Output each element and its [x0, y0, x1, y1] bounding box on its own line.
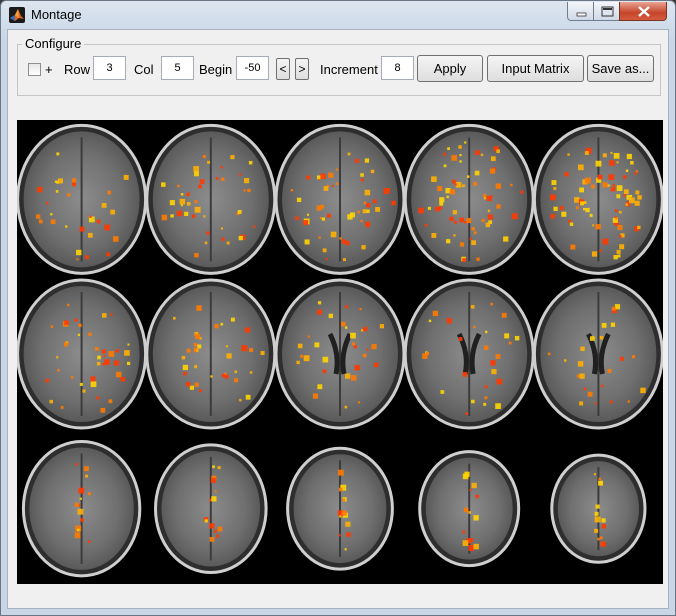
close-button[interactable] [619, 2, 667, 21]
increment-label: Increment [320, 62, 378, 77]
minimize-icon [576, 12, 587, 17]
input-matrix-button[interactable]: Input Matrix [487, 55, 584, 82]
brain-slice [145, 278, 277, 430]
overlay-checkbox[interactable] [28, 63, 41, 76]
brain-slice [532, 278, 663, 430]
begin-next-button[interactable]: > [295, 58, 309, 80]
title-bar[interactable]: Montage [1, 1, 675, 29]
brain-slice [286, 446, 394, 571]
begin-input[interactable]: -50 [236, 56, 269, 80]
row-label: Row [64, 62, 91, 77]
maximize-icon [601, 6, 614, 17]
save-as-button[interactable]: Save as... [587, 55, 654, 82]
col-input[interactable]: 5 [161, 56, 194, 80]
brain-slice [21, 439, 142, 578]
col-label: Col [134, 62, 154, 77]
client-area: Configure + Row 3 Col 5 Begin -50 < > In… [7, 29, 669, 609]
brain-slice [418, 450, 521, 568]
window-title: Montage [31, 7, 82, 22]
montage-window: Montage Configure + Row 3 Col 5 Begin -5… [0, 0, 676, 616]
row-input[interactable]: 3 [93, 56, 126, 80]
brain-slice [274, 123, 406, 275]
brain-slice [403, 278, 535, 430]
brain-slice [532, 123, 663, 275]
minimize-button[interactable] [567, 2, 594, 21]
montage-canvas [17, 120, 663, 584]
begin-label: Begin [199, 62, 233, 77]
brain-slice [17, 278, 148, 430]
increment-input[interactable]: 8 [381, 56, 414, 80]
apply-button[interactable]: Apply [417, 55, 483, 82]
maximize-button[interactable] [593, 2, 620, 21]
brain-slice [550, 453, 647, 564]
brain-slice [145, 123, 277, 275]
brain-slice [154, 443, 268, 574]
begin-prev-button[interactable]: < [276, 58, 290, 80]
brain-slice [403, 123, 535, 275]
matlab-logo-icon [9, 7, 25, 23]
brain-slice [17, 123, 148, 275]
checkbox-label: + [45, 62, 53, 77]
configure-legend: Configure [22, 36, 85, 51]
brain-slice [274, 278, 406, 430]
close-icon [638, 6, 650, 17]
